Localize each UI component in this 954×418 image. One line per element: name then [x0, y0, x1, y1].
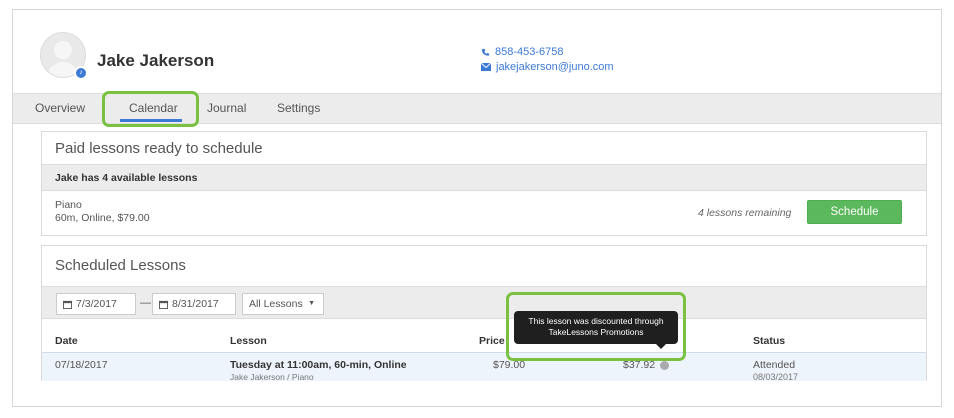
column-header-date: Date	[55, 335, 78, 347]
phone-number[interactable]: 858-453-6758	[495, 46, 564, 58]
row-status: Attended	[753, 359, 796, 371]
table-row[interactable]: 07/18/2017 Tuesday at 11:00am, 60-min, O…	[42, 352, 926, 382]
column-header-status: Status	[753, 335, 786, 347]
calendar-icon	[159, 300, 168, 309]
tooltip-line-1: This lesson was discounted through	[528, 316, 664, 326]
lesson-filter-select[interactable]: All Lessons ▼	[242, 293, 324, 315]
row-lesson-title: Tuesday at 11:00am, 60-min, Online	[230, 359, 407, 371]
column-header-price: Price	[479, 335, 505, 347]
calendar-icon	[63, 300, 72, 309]
tab-calendar[interactable]: Calendar	[129, 101, 178, 115]
row-discount-price: $37.92	[623, 359, 656, 371]
email-link[interactable]: jakejakerson@juno.com	[481, 61, 614, 73]
lesson-details: 60m, Online, $79.00	[55, 212, 150, 224]
chevron-down-icon: ▼	[308, 300, 315, 307]
active-tab-indicator	[120, 119, 182, 122]
phone-icon	[481, 48, 490, 56]
available-lessons-bar: Jake has 4 available lessons	[42, 164, 926, 191]
schedule-button[interactable]: Schedule	[807, 200, 902, 224]
date-to-value[interactable]: 8/31/2017	[172, 298, 219, 310]
date-range-separator: —	[140, 297, 151, 309]
tooltip-arrow	[656, 344, 666, 349]
info-icon[interactable]	[660, 361, 669, 370]
student-profile-card: ♪ Jake Jakerson 858-453-6758 jakejakerso…	[12, 9, 942, 407]
tooltip-line-2: TakeLessons Promotions	[548, 327, 644, 337]
profile-tabs: Overview Calendar Journal Settings	[13, 93, 941, 124]
row-lesson-subtitle: Jake Jakerson / Piano	[230, 372, 314, 382]
date-from-value[interactable]: 7/3/2017	[76, 298, 117, 310]
filter-bar: 7/3/2017 — 8/31/2017 All Lessons ▼	[42, 286, 926, 319]
row-date: 07/18/2017	[55, 359, 108, 371]
tab-journal[interactable]: Journal	[207, 101, 246, 115]
date-to-input[interactable]: 8/31/2017	[152, 293, 236, 315]
scheduled-lessons-title: Scheduled Lessons	[55, 257, 186, 274]
row-price: $79.00	[493, 359, 526, 371]
discount-tooltip: This lesson was discounted through TakeL…	[514, 311, 678, 344]
music-note-icon: ♪	[74, 66, 88, 80]
lesson-filter-value[interactable]: All Lessons	[249, 298, 303, 310]
lessons-remaining: 4 lessons remaining	[698, 207, 792, 219]
lesson-instrument: Piano	[55, 199, 82, 211]
email-address[interactable]: jakejakerson@juno.com	[496, 61, 614, 73]
column-header-lesson: Lesson	[230, 335, 267, 347]
row-status-date: 08/03/2017	[753, 372, 799, 382]
available-lessons-text: Jake has 4 available lessons	[55, 172, 198, 184]
student-name: Jake Jakerson	[97, 51, 215, 70]
paid-lessons-panel: Paid lessons ready to schedule Jake has …	[41, 131, 927, 236]
paid-lessons-title: Paid lessons ready to schedule	[55, 140, 263, 157]
tab-settings[interactable]: Settings	[277, 101, 320, 115]
date-from-input[interactable]: 7/3/2017	[56, 293, 136, 315]
tab-overview[interactable]: Overview	[35, 101, 85, 115]
scheduled-lessons-panel: Scheduled Lessons 7/3/2017 — 8/31/2017 A…	[41, 245, 927, 382]
phone-link[interactable]: 858-453-6758	[481, 46, 564, 58]
envelope-icon	[481, 63, 491, 71]
